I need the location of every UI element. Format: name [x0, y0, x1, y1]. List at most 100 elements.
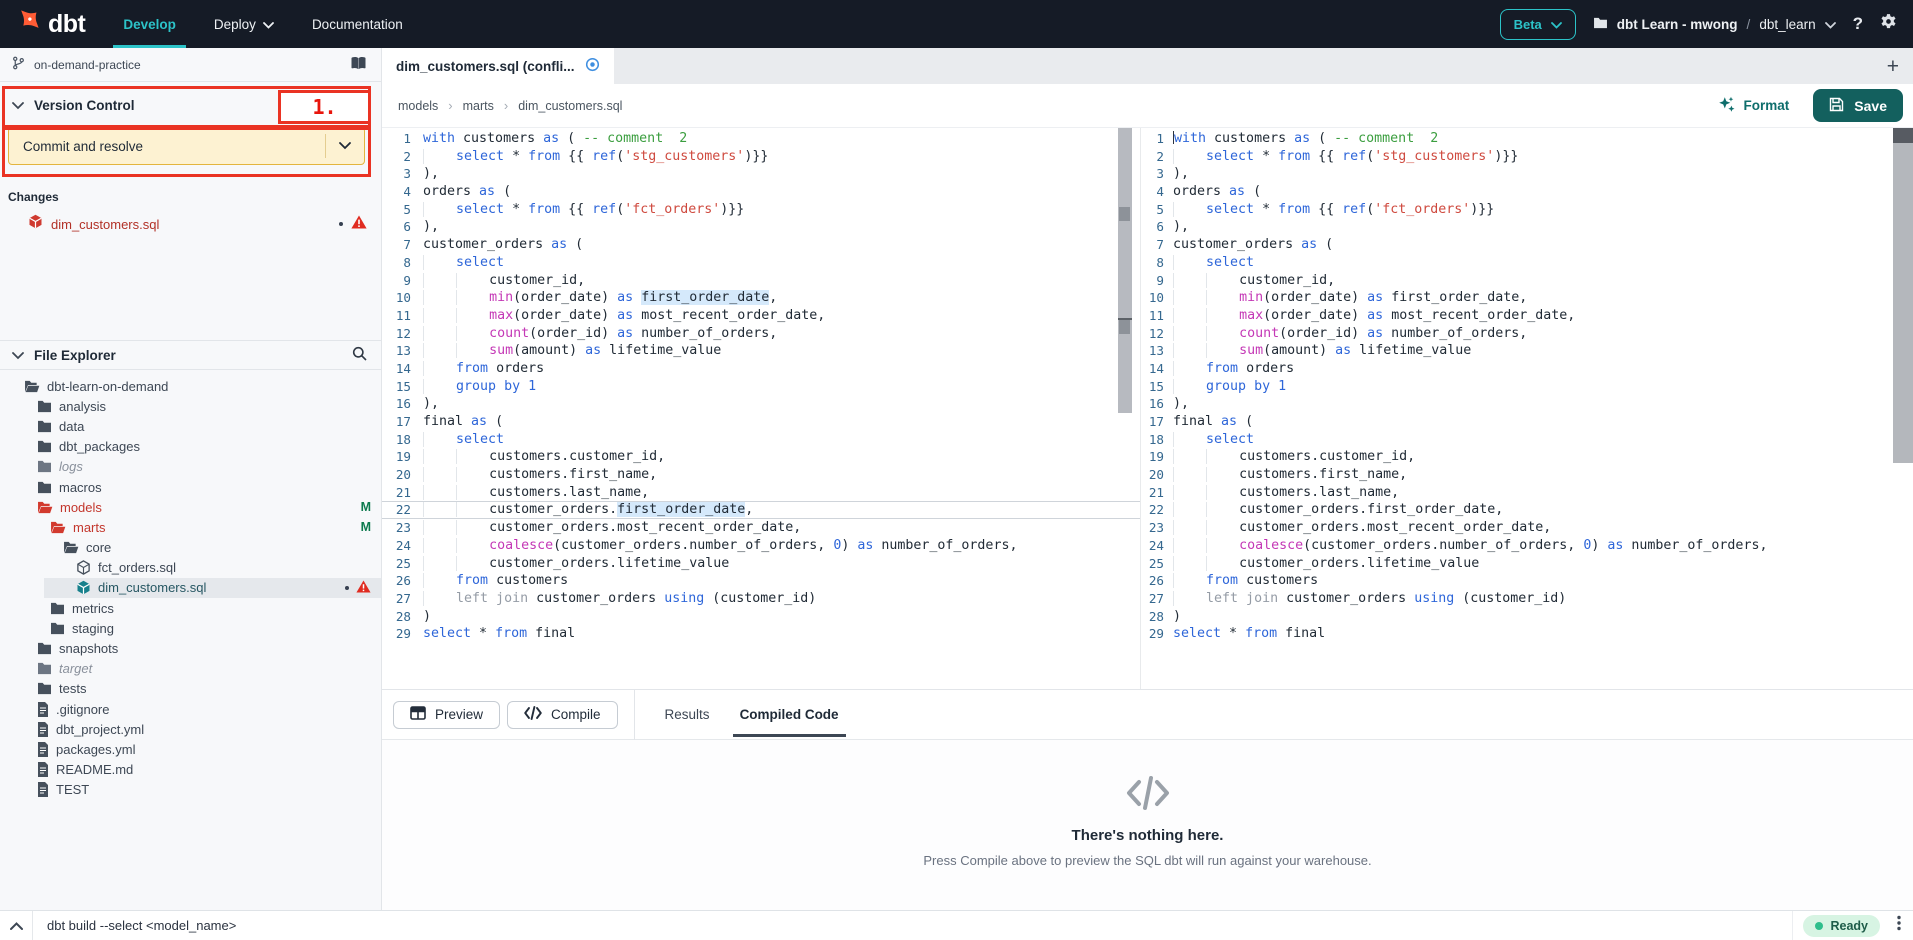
code-line-5[interactable]: 5 select * from {{ ref('fct_orders')}} — [1141, 201, 1913, 219]
tree-item-README.md[interactable]: README.md — [0, 760, 381, 780]
code-line-15[interactable]: 15 group by 1 — [1141, 378, 1913, 396]
code-line-6[interactable]: 6), — [382, 218, 1140, 236]
code-line-18[interactable]: 18 select — [1141, 431, 1913, 449]
search-icon[interactable] — [352, 346, 367, 364]
chevron-down-icon[interactable] — [326, 142, 364, 150]
code-line-7[interactable]: 7customer_orders as ( — [382, 236, 1140, 254]
code-line-17[interactable]: 17final as ( — [382, 413, 1140, 431]
tree-item-metrics[interactable]: metrics — [0, 598, 381, 618]
tree-item-dbt-learn-on-demand[interactable]: dbt-learn-on-demand — [0, 376, 381, 396]
editor-pane-left[interactable]: 1with customers as ( -- comment 22 selec… — [382, 128, 1140, 689]
tree-item-data[interactable]: data — [0, 416, 381, 436]
breadcrumb-models[interactable]: models — [398, 99, 438, 113]
git-branch-row[interactable]: on-demand-practice — [0, 48, 381, 82]
docs-book-icon[interactable] — [350, 56, 367, 73]
tree-item-models[interactable]: modelsM — [0, 497, 381, 517]
compile-button[interactable]: Compile — [507, 701, 618, 729]
tree-item-TEST[interactable]: TEST — [0, 780, 381, 800]
code-line-14[interactable]: 14 from orders — [1141, 360, 1913, 378]
code-line-3[interactable]: 3), — [382, 165, 1140, 183]
code-line-24[interactable]: 24 coalesce(customer_orders.number_of_or… — [1141, 537, 1913, 555]
scrollbar-left[interactable] — [1118, 128, 1132, 413]
code-line-3[interactable]: 3), — [1141, 165, 1913, 183]
breadcrumb-file[interactable]: dim_customers.sql — [518, 99, 622, 113]
code-line-17[interactable]: 17final as ( — [1141, 413, 1913, 431]
code-line-9[interactable]: 9 customer_id, — [382, 272, 1140, 290]
nav-tab-deploy[interactable]: Deploy — [214, 0, 274, 48]
code-line-29[interactable]: 29select * from final — [1141, 625, 1913, 643]
tree-item-dbt_packages[interactable]: dbt_packages — [0, 437, 381, 457]
code-line-22[interactable]: 22 customer_orders.first_order_date, — [382, 501, 1140, 519]
code-line-12[interactable]: 12 count(order_id) as number_of_orders, — [1141, 325, 1913, 343]
code-line-21[interactable]: 21 customers.last_name, — [1141, 484, 1913, 502]
code-line-15[interactable]: 15 group by 1 — [382, 378, 1140, 396]
tree-item-fct_orders.sql[interactable]: fct_orders.sql — [0, 558, 381, 578]
code-line-6[interactable]: 6), — [1141, 218, 1913, 236]
help-icon[interactable]: ? — [1853, 14, 1863, 34]
code-line-14[interactable]: 14 from orders — [382, 360, 1140, 378]
code-line-21[interactable]: 21 customers.last_name, — [382, 484, 1140, 502]
code-line-9[interactable]: 9 customer_id, — [1141, 272, 1913, 290]
kebab-menu-icon[interactable] — [1897, 915, 1901, 936]
code-line-8[interactable]: 8 select — [382, 254, 1140, 272]
code-line-12[interactable]: 12 count(order_id) as number_of_orders, — [382, 325, 1140, 343]
code-line-16[interactable]: 16), — [1141, 395, 1913, 413]
code-line-24[interactable]: 24 coalesce(customer_orders.number_of_or… — [382, 537, 1140, 555]
format-button[interactable]: Format — [1718, 96, 1790, 116]
code-line-7[interactable]: 7customer_orders as ( — [1141, 236, 1913, 254]
code-line-13[interactable]: 13 sum(amount) as lifetime_value — [1141, 342, 1913, 360]
code-line-25[interactable]: 25 customer_orders.lifetime_value — [1141, 555, 1913, 573]
code-line-28[interactable]: 28) — [1141, 608, 1913, 626]
code-line-22[interactable]: 22 customer_orders.first_order_date, — [1141, 501, 1913, 519]
chevron-up-icon[interactable] — [0, 911, 32, 940]
tab-dim-customers[interactable]: dim_customers.sql (confli... — [382, 48, 614, 84]
tree-item-staging[interactable]: staging — [0, 618, 381, 638]
code-line-4[interactable]: 4orders as ( — [1141, 183, 1913, 201]
code-line-2[interactable]: 2 select * from {{ ref('stg_customers')}… — [1141, 148, 1913, 166]
code-line-13[interactable]: 13 sum(amount) as lifetime_value — [382, 342, 1140, 360]
code-line-25[interactable]: 25 customer_orders.lifetime_value — [382, 555, 1140, 573]
preview-button[interactable]: Preview — [393, 701, 500, 729]
code-line-5[interactable]: 5 select * from {{ ref('fct_orders')}} — [382, 201, 1140, 219]
tree-item-.gitignore[interactable]: .gitignore — [0, 699, 381, 719]
tree-item-dbt_project.yml[interactable]: dbt_project.yml — [0, 719, 381, 739]
code-line-11[interactable]: 11 max(order_date) as most_recent_order_… — [1141, 307, 1913, 325]
code-line-1[interactable]: 1with customers as ( -- comment 2 — [382, 130, 1140, 148]
code-line-27[interactable]: 27 left join customer_orders using (cust… — [1141, 590, 1913, 608]
breadcrumb-marts[interactable]: marts — [463, 99, 494, 113]
tree-item-packages.yml[interactable]: packages.yml — [0, 739, 381, 759]
commit-and-resolve-button[interactable]: Commit and resolve — [8, 127, 365, 165]
command-input[interactable]: dbt build --select <model_name> — [47, 918, 236, 933]
code-line-20[interactable]: 20 customers.first_name, — [382, 466, 1140, 484]
changed-file-row[interactable]: dim_customers.sql — [8, 213, 381, 235]
tree-item-logs[interactable]: logs — [0, 457, 381, 477]
code-line-2[interactable]: 2 select * from {{ ref('stg_customers')}… — [382, 148, 1140, 166]
tree-item-snapshots[interactable]: snapshots — [0, 638, 381, 658]
nav-tab-documentation[interactable]: Documentation — [312, 0, 403, 48]
code-line-19[interactable]: 19 customers.customer_id, — [382, 448, 1140, 466]
tree-item-target[interactable]: target — [0, 659, 381, 679]
tree-item-analysis[interactable]: analysis — [0, 396, 381, 416]
code-line-26[interactable]: 26 from customers — [382, 572, 1140, 590]
tree-item-macros[interactable]: macros — [0, 477, 381, 497]
tree-item-core[interactable]: core — [0, 538, 381, 558]
code-line-26[interactable]: 26 from customers — [1141, 572, 1913, 590]
new-tab-plus-icon[interactable]: + — [1887, 56, 1899, 77]
code-line-10[interactable]: 10 min(order_date) as first_order_date, — [1141, 289, 1913, 307]
code-line-18[interactable]: 18 select — [382, 431, 1140, 449]
beta-dropdown[interactable]: Beta — [1500, 9, 1576, 40]
code-line-1[interactable]: 1with customers as ( -- comment 2 — [1141, 130, 1913, 148]
code-line-23[interactable]: 23 customer_orders.most_recent_order_dat… — [382, 519, 1140, 537]
code-line-10[interactable]: 10 min(order_date) as first_order_date, — [382, 289, 1140, 307]
nav-tab-develop[interactable]: Develop — [123, 0, 176, 48]
file-explorer-header[interactable]: File Explorer — [0, 340, 381, 370]
gear-icon[interactable] — [1880, 13, 1897, 35]
account-project-switcher[interactable]: dbt Learn - mwong / dbt_learn — [1593, 17, 1836, 32]
tree-item-dim_customers.sql[interactable]: dim_customers.sql — [44, 578, 381, 598]
code-line-27[interactable]: 27 left join customer_orders using (cust… — [382, 590, 1140, 608]
code-line-23[interactable]: 23 customer_orders.most_recent_order_dat… — [1141, 519, 1913, 537]
code-line-29[interactable]: 29select * from final — [382, 625, 1140, 643]
code-line-4[interactable]: 4orders as ( — [382, 183, 1140, 201]
tab-compiled-code[interactable]: Compiled Code — [740, 690, 839, 740]
code-line-8[interactable]: 8 select — [1141, 254, 1913, 272]
